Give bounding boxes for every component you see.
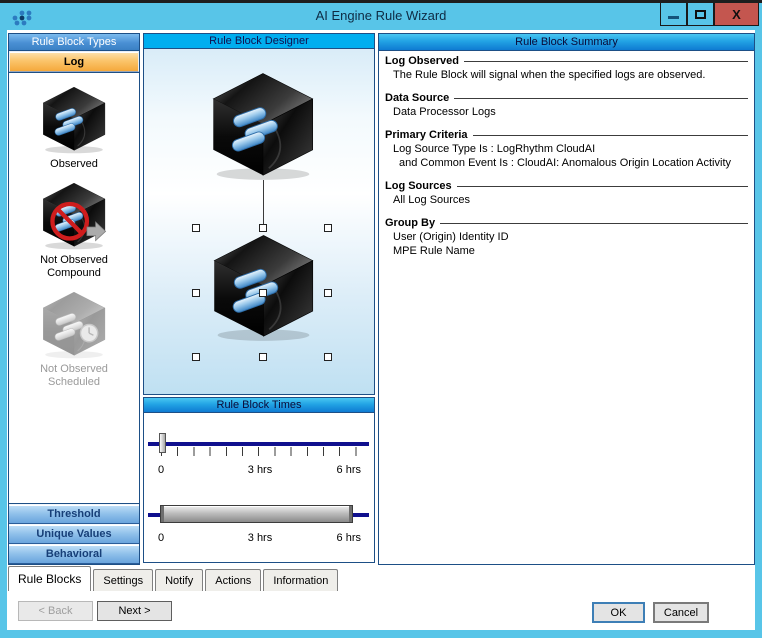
time-slider-ticks xyxy=(161,447,357,456)
rule-block-summary-panel: Rule Block Summary Log Observed The Rule… xyxy=(378,33,755,565)
rule-block-designer-panel: Rule Block Designer Rule Block Times xyxy=(143,33,375,563)
selection-handle-w[interactable] xyxy=(192,289,200,297)
ai-engine-rule-wizard-window: AI Engine Rule Wizard X Rule Block Types… xyxy=(0,0,762,638)
tab-notify[interactable]: Notify xyxy=(155,569,203,591)
type-tab-behavioral[interactable]: Behavioral xyxy=(9,544,139,564)
window-title: AI Engine Rule Wizard xyxy=(0,8,762,23)
type-item-not-observed-scheduled: Not Observed Scheduled xyxy=(38,290,110,389)
tab-settings[interactable]: Settings xyxy=(93,569,153,591)
summary-line: MPE Rule Name xyxy=(385,244,748,258)
rule-block-connector-line xyxy=(263,180,264,229)
summary-section-title: Data Source xyxy=(385,91,748,105)
tab-actions[interactable]: Actions xyxy=(205,569,261,591)
time-slider-thumb[interactable] xyxy=(159,433,166,453)
designer-rule-block-top[interactable] xyxy=(205,70,321,181)
tick-label: 0 xyxy=(158,464,164,476)
selection-handle-center[interactable] xyxy=(259,289,267,297)
maximize-icon xyxy=(695,10,706,19)
rule-block-summary-body: Log Observed The Rule Block will signal … xyxy=(379,51,754,564)
rule-block-type-list: Observed Not Observed Compound Not Obser… xyxy=(9,72,139,504)
time-slider-labels: 0 3 hrs 6 hrs xyxy=(148,464,369,477)
next-button[interactable]: Next > xyxy=(97,601,172,621)
summary-section-title: Primary Criteria xyxy=(385,128,748,142)
log-cube-blocked-icon xyxy=(38,181,110,250)
titlebar[interactable]: AI Engine Rule Wizard X xyxy=(0,3,762,30)
selection-handle-nw[interactable] xyxy=(192,224,200,232)
wizard-tabstrip: Rule Blocks Settings Notify Actions Info… xyxy=(8,566,340,591)
selection-handle-n[interactable] xyxy=(259,224,267,232)
type-item-not-observed-compound[interactable]: Not Observed Compound xyxy=(38,181,110,280)
rule-block-designer-header: Rule Block Designer xyxy=(143,33,375,49)
type-item-label: Not Observed Scheduled xyxy=(40,363,108,389)
maximize-button[interactable] xyxy=(687,3,714,26)
tick-label: 6 hrs xyxy=(337,532,361,544)
window-controls: X xyxy=(660,3,759,26)
type-item-label: Not Observed Compound xyxy=(40,254,108,280)
time-slider-track[interactable] xyxy=(148,442,369,446)
type-tab-threshold[interactable]: Threshold xyxy=(9,504,139,524)
close-button[interactable]: X xyxy=(714,3,759,26)
summary-line: Log Source Type Is : LogRhythm CloudAI xyxy=(385,142,748,156)
type-item-label: Observed xyxy=(50,158,98,171)
summary-line: All Log Sources xyxy=(385,193,748,207)
rule-block-summary-header: Rule Block Summary xyxy=(379,34,754,51)
summary-section-title: Log Sources xyxy=(385,179,748,193)
rule-block-type-tabs: Threshold Unique Values Behavioral xyxy=(9,504,139,564)
summary-section-title: Group By xyxy=(385,216,748,230)
tab-information[interactable]: Information xyxy=(263,569,338,591)
range-slider-bar[interactable] xyxy=(160,505,353,523)
cancel-button[interactable]: Cancel xyxy=(653,602,709,623)
summary-line: Data Processor Logs xyxy=(385,105,748,119)
selection-handle-sw[interactable] xyxy=(192,353,200,361)
rule-block-times-header: Rule Block Times xyxy=(143,397,375,413)
selection-handle-ne[interactable] xyxy=(324,224,332,232)
back-button: < Back xyxy=(18,601,93,621)
minimize-icon xyxy=(668,16,679,19)
tab-rule-blocks[interactable]: Rule Blocks xyxy=(8,566,91,591)
minimize-button[interactable] xyxy=(660,3,687,26)
summary-section-title: Log Observed xyxy=(385,54,748,68)
type-tab-log[interactable]: Log xyxy=(9,51,139,72)
close-icon: X xyxy=(732,8,741,21)
tick-label: 3 hrs xyxy=(248,464,272,476)
type-tab-unique-values[interactable]: Unique Values xyxy=(9,524,139,544)
rule-block-designer-canvas[interactable] xyxy=(143,49,375,395)
tick-label: 6 hrs xyxy=(337,464,361,476)
summary-line: and Common Event Is : CloudAI: Anomalous… xyxy=(385,156,748,170)
rule-block-times-panel: 0 3 hrs 6 hrs 0 3 hrs 6 hrs xyxy=(143,413,375,563)
summary-line: The Rule Block will signal when the spec… xyxy=(385,68,748,82)
summary-line: User (Origin) Identity ID xyxy=(385,230,748,244)
dialog-content: Rule Block Types Log Observed Not Observ… xyxy=(7,30,755,630)
type-item-observed[interactable]: Observed xyxy=(38,85,110,171)
tick-label: 0 xyxy=(158,532,164,544)
log-cube-clock-icon xyxy=(38,290,110,359)
selection-handle-e[interactable] xyxy=(324,289,332,297)
range-slider-labels: 0 3 hrs 6 hrs xyxy=(148,532,369,545)
rule-block-types-panel: Rule Block Types Log Observed Not Observ… xyxy=(8,33,140,565)
log-cube-icon xyxy=(38,85,110,154)
selection-handle-s[interactable] xyxy=(259,353,267,361)
tick-label: 3 hrs xyxy=(248,532,272,544)
rule-block-types-header: Rule Block Types xyxy=(9,34,139,51)
ok-button[interactable]: OK xyxy=(592,602,645,623)
designer-rule-block-selected[interactable] xyxy=(206,232,321,342)
selection-handle-se[interactable] xyxy=(324,353,332,361)
